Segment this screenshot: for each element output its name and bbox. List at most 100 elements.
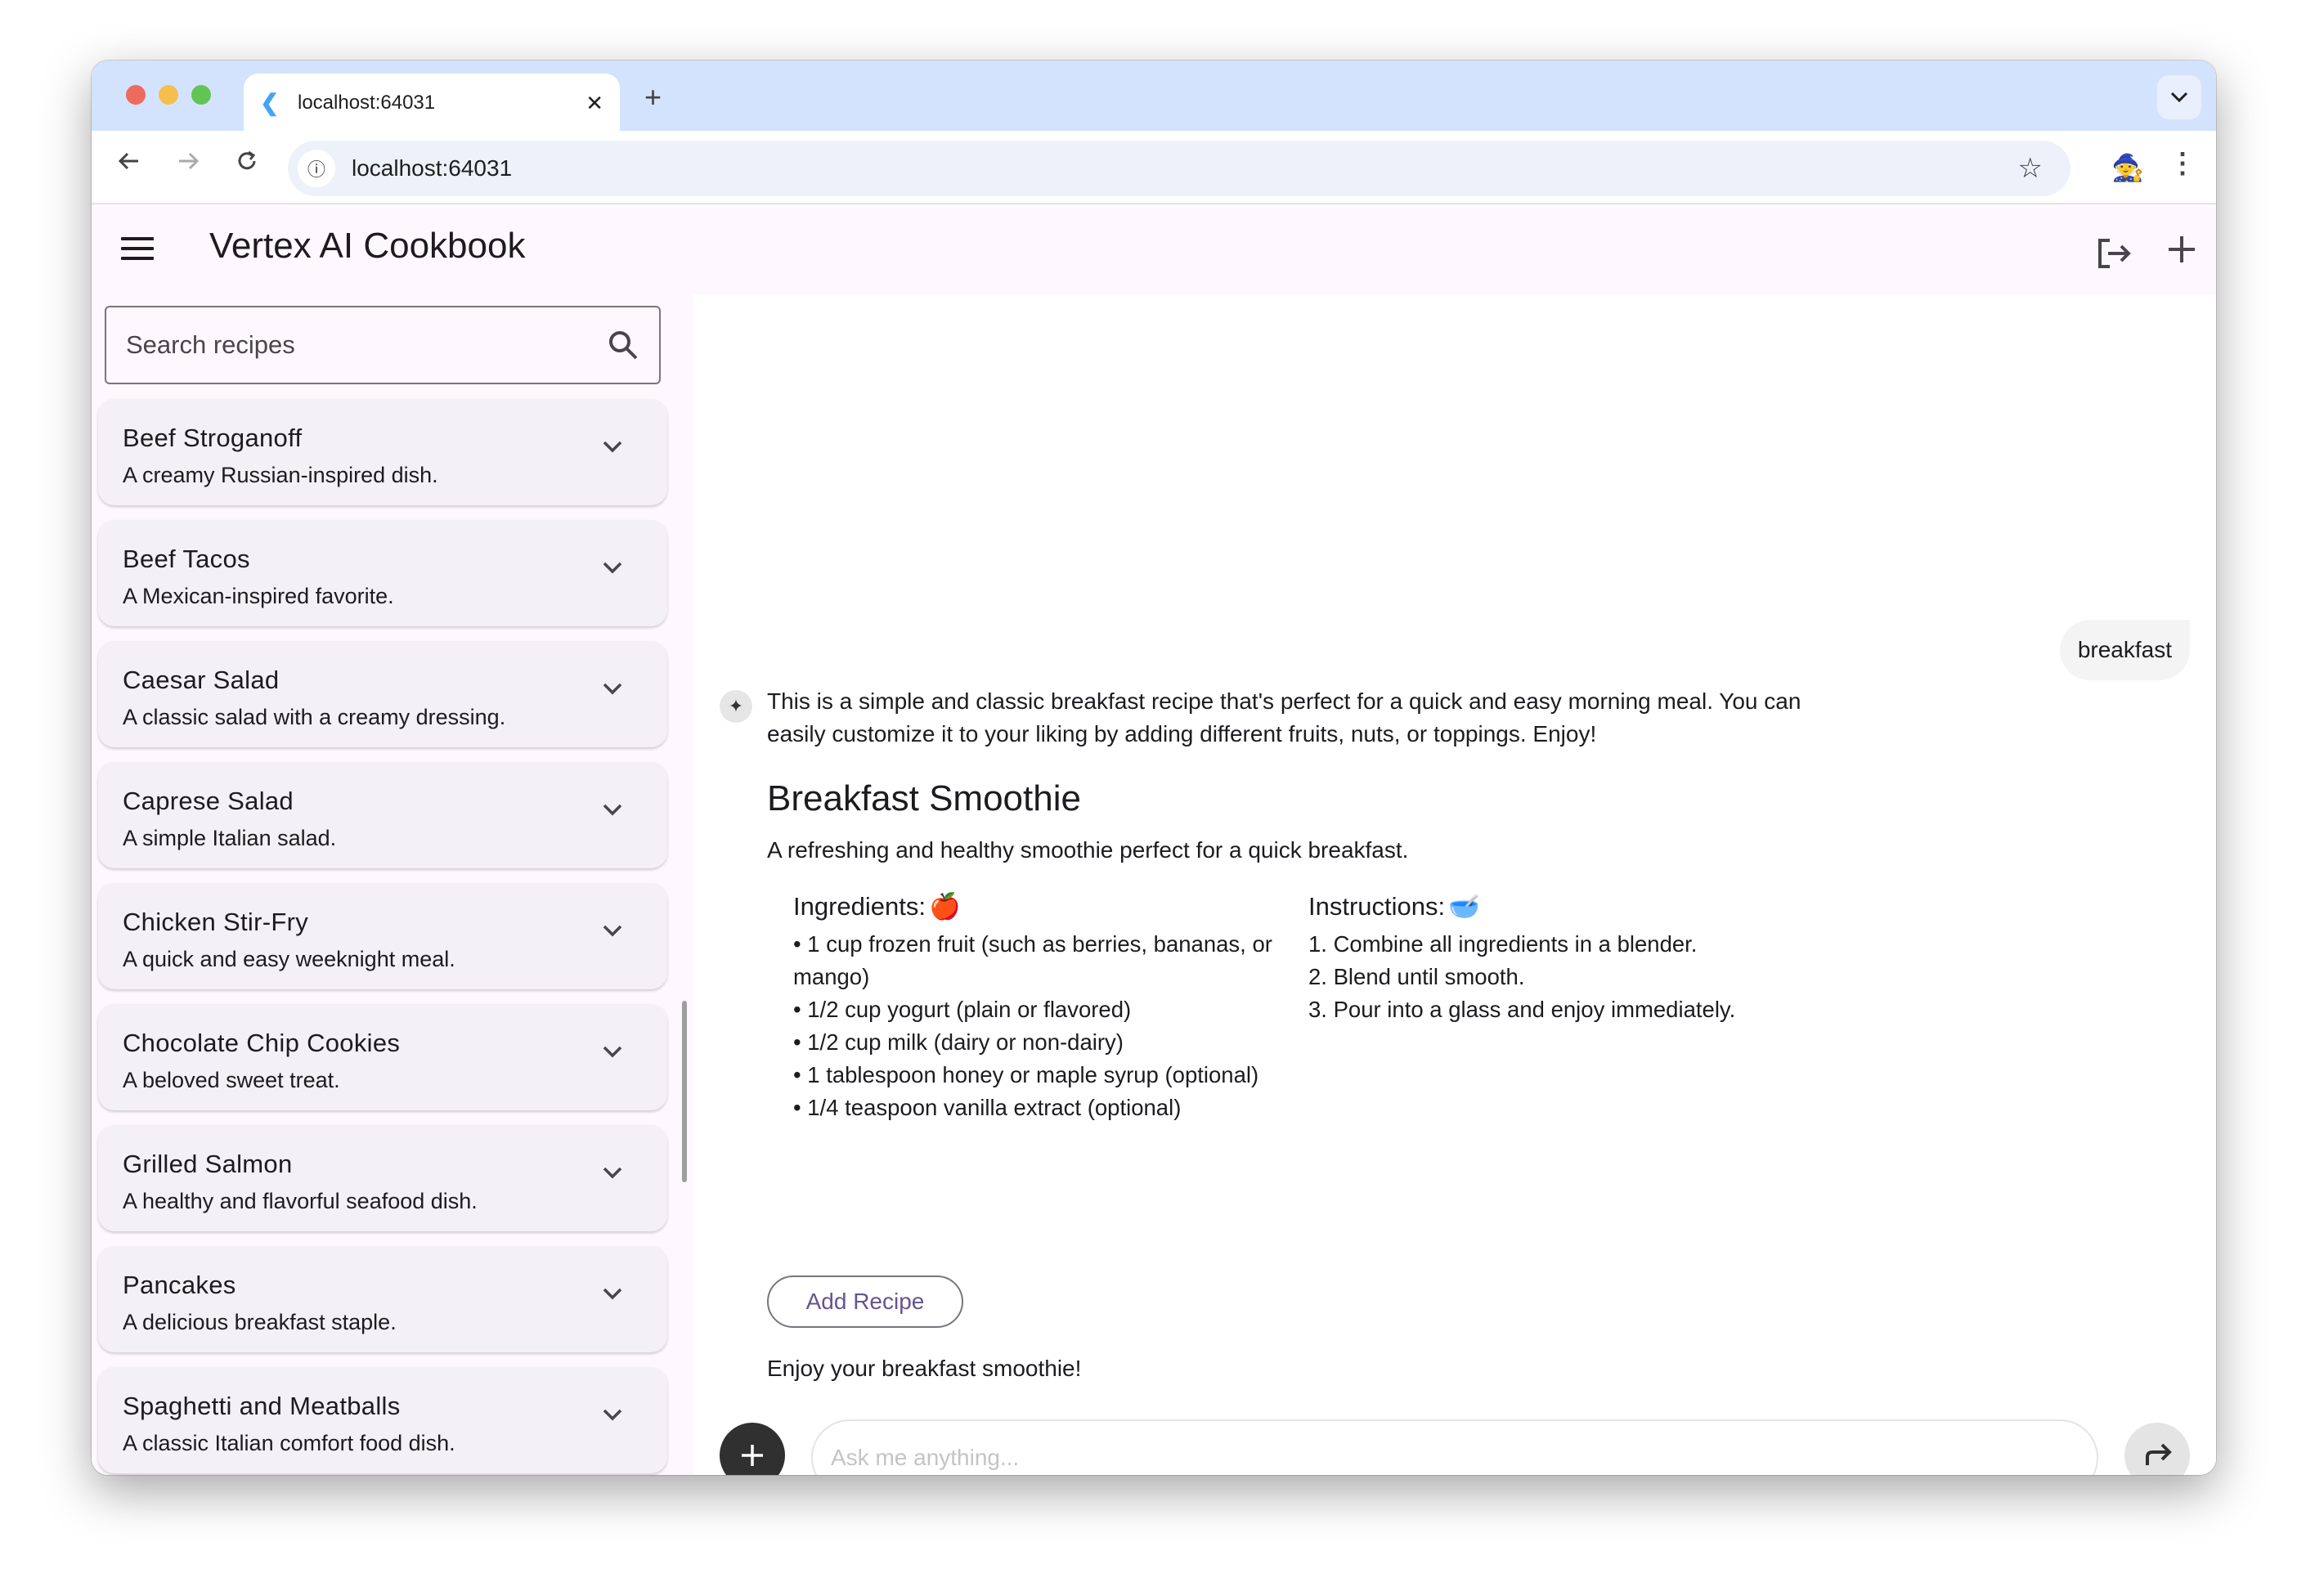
send-button[interactable] (2124, 1423, 2190, 1475)
browser-window: ❮ localhost:64031 ✕ + ⓘ localhost:64031 … (92, 61, 2216, 1475)
arrow-left-icon (118, 152, 138, 170)
extension-avatar-icon[interactable]: 🧙 (2111, 152, 2144, 183)
site-info-icon[interactable]: ⓘ (298, 150, 335, 187)
instructions-list: 1. Combine all ingredients in a blender.… (1308, 928, 1815, 1026)
recipe-card[interactable]: Pancakes A delicious breakfast staple. (98, 1246, 667, 1352)
send-arrow-icon (2146, 1443, 2172, 1465)
search-input[interactable] (126, 330, 607, 360)
arrow-right-icon (179, 152, 200, 170)
attach-button[interactable] (720, 1423, 785, 1475)
close-window-button[interactable] (126, 85, 146, 105)
chat-input-field[interactable] (811, 1419, 2098, 1475)
instructions-section: Instructions: 🥣 1. Combine all ingredien… (1308, 891, 1815, 1026)
expand-chevron-icon[interactable] (602, 561, 623, 576)
recipe-card[interactable]: Caprese Salad A simple Italian salad. (98, 762, 667, 868)
cookbook-app: Vertex AI Cookbook Beef Stroganoff A crea… (92, 204, 2216, 1475)
expand-chevron-icon[interactable] (602, 682, 623, 697)
ai-closing-text: Enjoy your breakfast smoothie! (767, 1356, 1082, 1381)
recipe-card[interactable]: Beef Stroganoff A creamy Russian-inspired… (98, 399, 667, 505)
instruction-step: 1. Combine all ingredients in a blender. (1308, 931, 1698, 957)
expand-chevron-icon[interactable] (602, 1287, 623, 1302)
instructions-heading: Instructions: 🥣 (1308, 891, 1815, 921)
tab-search-button[interactable] (2157, 75, 2201, 119)
sidebar-scrollbar[interactable] (682, 1001, 687, 1182)
recipe-name: Caesar Salad (123, 666, 280, 694)
back-button[interactable] (111, 149, 147, 180)
recipe-name: Chicken Stir-Fry (123, 908, 308, 936)
add-recipe-icon[interactable] (2165, 227, 2198, 276)
app-bar: Vertex AI Cookbook (92, 204, 2216, 294)
flutter-favicon-icon: ❮ (260, 90, 280, 115)
recipe-name: Pancakes (123, 1271, 236, 1299)
ingredients-list: • 1 cup frozen fruit (such as berries, b… (793, 928, 1284, 1124)
browser-menu-icon[interactable]: ⋮ (2169, 147, 2196, 180)
ingredient-item: • 1/2 cup milk (dairy or non-dairy) (793, 1029, 1124, 1055)
maximize-window-button[interactable] (191, 85, 211, 105)
plus-icon (742, 1445, 763, 1466)
instruction-step: 3. Pour into a glass and enjoy immediate… (1308, 997, 1736, 1022)
expand-chevron-icon[interactable] (602, 924, 623, 939)
recipe-name: Chocolate Chip Cookies (123, 1029, 401, 1057)
ingredients-heading: Ingredients: 🍎 (793, 891, 1284, 921)
recipe-description: A refreshing and healthy smoothie perfec… (767, 837, 1409, 863)
recipe-card[interactable]: Chocolate Chip Cookies A beloved sweet tr… (98, 1004, 667, 1110)
recipe-desc: A classic Italian comfort food dish. (123, 1431, 455, 1455)
user-message-bubble: breakfast (2059, 620, 2190, 680)
logout-button[interactable] (2095, 234, 2134, 273)
chevron-down-icon (2170, 92, 2188, 103)
search-field[interactable] (105, 306, 661, 384)
reload-icon (238, 150, 256, 170)
app-title: Vertex AI Cookbook (209, 226, 526, 266)
ingredient-item: • 1/4 teaspoon vanilla extract (optional… (793, 1095, 1182, 1120)
recipe-card[interactable]: Spaghetti and Meatballs A classic Italian… (98, 1367, 667, 1473)
logout-icon (2098, 239, 2131, 268)
ai-intro-text: This is a simple and classic breakfast r… (767, 688, 1801, 746)
recipe-card[interactable]: Grilled Salmon A healthy and flavorful se… (98, 1125, 667, 1231)
recipe-name: Beef Tacos (123, 545, 250, 573)
recipe-card[interactable]: Chicken Stir-Fry A quick and easy weeknig… (98, 883, 667, 989)
url-text[interactable]: localhost:64031 (352, 155, 2018, 182)
expand-chevron-icon[interactable] (602, 1166, 623, 1181)
bookmark-star-icon[interactable]: ☆ (2018, 152, 2043, 185)
recipe-name: Beef Stroganoff (123, 424, 303, 452)
apple-icon: 🍎 (929, 892, 961, 921)
recipe-card[interactable]: Beef Tacos A Mexican-inspired favorite. (98, 520, 667, 626)
chat-input[interactable] (831, 1445, 2079, 1471)
recipe-desc: A healthy and flavorful seafood dish. (123, 1189, 478, 1213)
browser-tab[interactable]: ❮ localhost:64031 ✕ (244, 74, 620, 132)
recipe-desc: A simple Italian salad. (123, 826, 337, 850)
recipe-name: Caprese Salad (123, 787, 294, 815)
browser-toolbar: ⓘ localhost:64031 ☆ 🧙 ⋮ (92, 131, 2216, 204)
add-recipe-button[interactable]: Add Recipe (767, 1275, 963, 1328)
recipe-title: Breakfast Smoothie (767, 778, 1081, 818)
tab-title: localhost:64031 (298, 92, 436, 114)
bowl-icon: 🥣 (1448, 892, 1480, 921)
recipe-sidebar: Beef Stroganoff A creamy Russian-inspired… (92, 294, 693, 1475)
reload-button[interactable] (229, 149, 265, 180)
recipe-card[interactable]: Caesar Salad A classic salad with a cream… (98, 641, 667, 747)
tab-strip: ❮ localhost:64031 ✕ + (92, 61, 2216, 132)
instruction-step: 2. Blend until smooth. (1308, 964, 1525, 989)
address-bar[interactable]: ⓘ localhost:64031 ☆ (288, 141, 2070, 196)
search-icon[interactable] (607, 329, 639, 361)
recipe-desc: A delicious breakfast staple. (123, 1310, 397, 1334)
ingredient-item: • 1 cup frozen fruit (such as berries, b… (793, 931, 1272, 989)
minimize-window-button[interactable] (159, 85, 178, 105)
instructions-heading-text: Instructions: (1308, 891, 1446, 921)
ingredients-section: Ingredients: 🍎 • 1 cup frozen fruit (suc… (793, 891, 1284, 1124)
expand-chevron-icon[interactable] (602, 1045, 623, 1060)
recipe-name: Spaghetti and Meatballs (123, 1392, 401, 1420)
forward-button[interactable] (170, 149, 206, 180)
new-tab-button[interactable]: + (644, 80, 662, 114)
chat-panel: breakfast ✦ This is a simple and classic… (693, 294, 2216, 1475)
recipe-desc: A quick and easy weeknight meal. (123, 947, 455, 971)
menu-icon[interactable] (121, 237, 154, 262)
ingredient-item: • 1 tablespoon honey or maple syrup (opt… (793, 1062, 1259, 1087)
expand-chevron-icon[interactable] (602, 440, 623, 455)
expand-chevron-icon[interactable] (602, 803, 623, 818)
recipe-name: Grilled Salmon (123, 1150, 293, 1178)
recipe-desc: A classic salad with a creamy dressing. (123, 705, 506, 729)
close-tab-icon[interactable]: ✕ (585, 91, 603, 116)
expand-chevron-icon[interactable] (602, 1408, 623, 1423)
recipe-desc: A beloved sweet treat. (123, 1068, 340, 1092)
